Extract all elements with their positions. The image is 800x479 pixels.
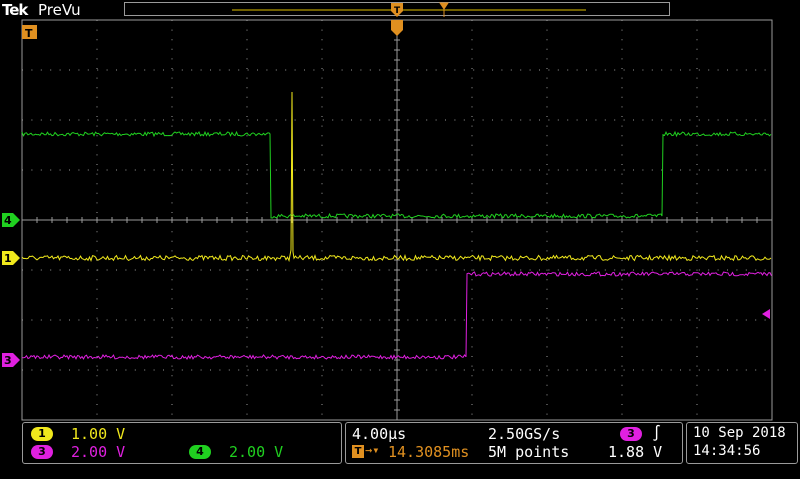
channel-3-scale: 2.00 V bbox=[71, 443, 126, 461]
waveform-screen[interactable]: T T 4 1 3 bbox=[0, 0, 800, 479]
trigger-position-value: 14.3085ms bbox=[388, 443, 470, 461]
trigger-level-marker-t: T bbox=[22, 25, 37, 40]
time-label: 14:34:56 bbox=[693, 443, 761, 459]
datetime-panel: 10 Sep 2018 14:34:56 bbox=[686, 422, 798, 464]
trigger-level-arrow-icon bbox=[762, 309, 770, 319]
date-label: 10 Sep 2018 bbox=[693, 425, 786, 441]
channel-1-scale: 1.00 V bbox=[71, 425, 126, 443]
record-length: 5M points bbox=[488, 443, 570, 461]
horizontal-trigger-panel[interactable]: 4.00µs 2.50GS/s T →▾ 14.3085ms 5M points… bbox=[345, 422, 683, 464]
trigger-position-icon: T bbox=[352, 445, 364, 458]
channel-1-badge[interactable]: 1 bbox=[31, 427, 53, 441]
channel-3-badge[interactable]: 3 bbox=[31, 445, 53, 459]
trigger-position-marker-icon bbox=[391, 20, 403, 36]
channel-3-ground-marker: 3 bbox=[2, 353, 20, 367]
record-trigger-marker-label: T bbox=[394, 6, 401, 16]
rising-edge-icon: ∫ bbox=[652, 424, 662, 442]
channel-1-ground-marker: 1 bbox=[2, 251, 20, 265]
trigger-level: 1.88 V bbox=[608, 443, 663, 461]
channel-4-ground-marker: 4 bbox=[2, 213, 20, 227]
channel-scale-panel[interactable]: 1 1.00 V 3 2.00 V 4 2.00 V bbox=[22, 422, 342, 464]
trigger-t-label: T bbox=[25, 27, 33, 40]
trigger-arrow-icon: →▾ bbox=[365, 443, 380, 457]
channel-4-scale: 2.00 V bbox=[229, 443, 284, 461]
trigger-source-badge[interactable]: 3 bbox=[620, 427, 642, 441]
svg-text:4: 4 bbox=[4, 214, 12, 227]
svg-text:1: 1 bbox=[4, 252, 12, 265]
svg-text:3: 3 bbox=[4, 354, 12, 367]
channel-4-badge[interactable]: 4 bbox=[189, 445, 211, 459]
timebase-per-div: 4.00µs bbox=[352, 425, 407, 443]
graticule bbox=[21, 19, 773, 421]
sample-rate: 2.50GS/s bbox=[488, 425, 561, 443]
